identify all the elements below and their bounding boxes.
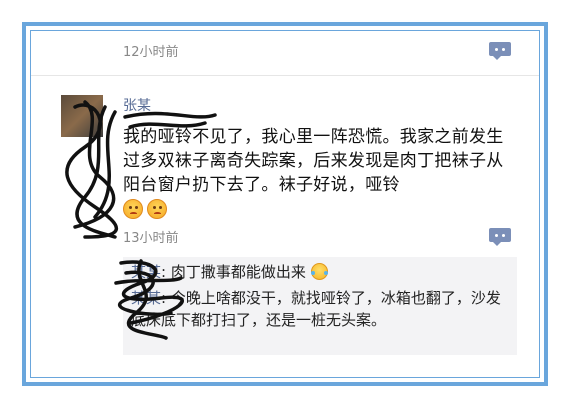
timestamp-bottom: 13小时前	[123, 231, 179, 246]
sad-face-emoji	[123, 199, 143, 219]
post-author-name[interactable]: 张某	[123, 95, 151, 115]
timestamp-top: 12小时前	[123, 45, 179, 60]
sad-face-emoji	[147, 199, 167, 219]
post-text: 我的哑铃不见了，我心里一阵恐慌。我家之前发生过多双袜子离奇失踪案，后来发现是肉丁…	[123, 127, 504, 195]
comment-2[interactable]: 某某: 今晚上啥都没干，就找哑铃了，冰箱也翻了，沙发底床底下都打扫了，还是一桩无…	[131, 287, 511, 331]
post-emoji-row	[123, 199, 167, 219]
divider	[31, 75, 539, 76]
moments-feed-card: 12小时前 张某 我的哑铃不见了，我心里一阵恐慌。我家之前发生过多双袜子离奇失踪…	[30, 30, 540, 378]
comment-1-text: : 肉丁撒事都能做出来	[161, 263, 306, 281]
comment-1-author[interactable]: 某某	[131, 263, 161, 281]
comments-box: 某某: 肉丁撒事都能做出来 某某: 今晚上啥都没干，就找哑铃了，冰箱也翻了，沙发…	[123, 257, 517, 355]
comment-1[interactable]: 某某: 肉丁撒事都能做出来	[131, 261, 511, 283]
comment-icon[interactable]	[489, 228, 511, 246]
comment-2-text: : 今晚上啥都没干，就找哑铃了，冰箱也翻了，沙发底床底下都打扫了，还是一桩无头案…	[131, 289, 501, 329]
laughing-tears-emoji	[310, 263, 328, 280]
comment-2-author[interactable]: 某某	[131, 289, 161, 307]
avatar[interactable]	[61, 95, 103, 137]
comment-icon[interactable]	[489, 42, 511, 60]
